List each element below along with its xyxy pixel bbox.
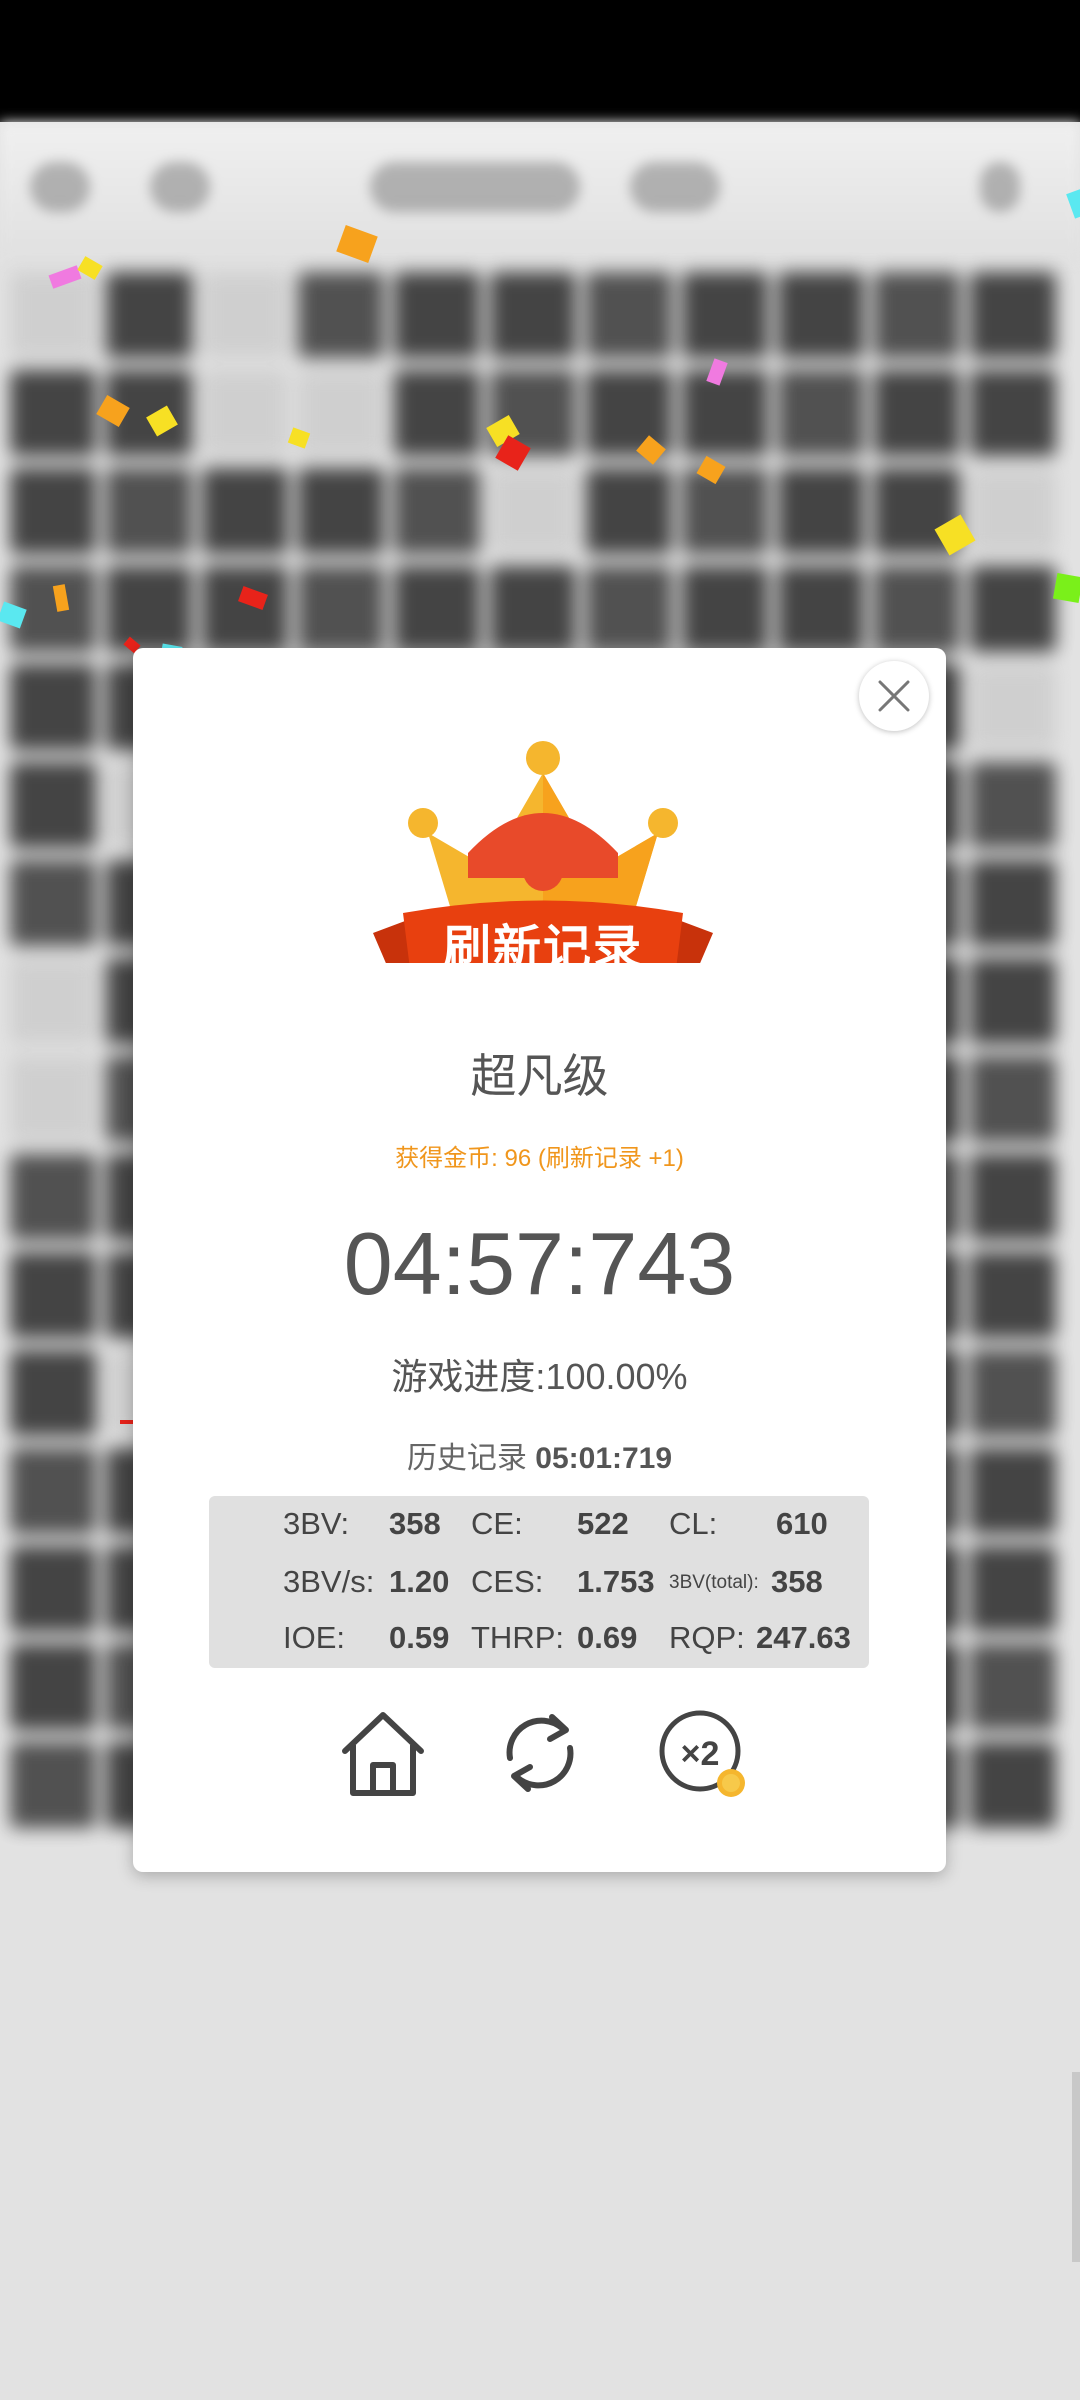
stat-value: 0.59: [389, 1620, 450, 1655]
game-progress: 游戏进度:100.00%: [133, 1348, 946, 1400]
close-icon: [878, 680, 910, 712]
difficulty-level: 超凡级: [470, 1050, 609, 1102]
stat-label: THRP:: [471, 1620, 564, 1655]
close-button[interactable]: [859, 661, 929, 731]
history-record: 历史记录 05:01:719: [133, 1433, 946, 1477]
stat-label: 3BV(total):: [669, 1572, 759, 1593]
stat-label: RQP:: [669, 1620, 745, 1655]
stat-label: IOE:: [283, 1620, 346, 1655]
blurred-toolbar: [0, 122, 1080, 262]
stat-label: CL:: [669, 1506, 718, 1541]
stats-panel: 3BV: 358 CE: 522 CL: 610 3BV/s: 1.20 CES…: [209, 1496, 869, 1668]
stat-label: CES:: [471, 1564, 544, 1599]
stat-label: 3BV/s:: [283, 1564, 375, 1599]
stats-row: 3BV: 358 CE: 522 CL: 610: [209, 1506, 869, 1562]
stat-value: 358: [389, 1506, 441, 1541]
stat-value: 247.63: [756, 1620, 851, 1655]
refresh-icon: [506, 1714, 574, 1792]
double-reward-button[interactable]: ×2: [655, 1703, 755, 1803]
stat-value: 1.753: [577, 1564, 655, 1599]
stat-value: 1.20: [389, 1564, 450, 1599]
home-icon: [342, 1712, 424, 1796]
progress-label: 游戏进度:: [391, 1356, 546, 1397]
home-button[interactable]: [333, 1703, 433, 1803]
history-label: 历史记录: [406, 1442, 527, 1475]
finish-time: 04:57:743: [343, 1214, 736, 1313]
x2-icon: ×2: [659, 1710, 745, 1797]
stat-value: 522: [577, 1506, 629, 1541]
restart-button[interactable]: [490, 1703, 590, 1803]
status-bar: [0, 0, 1080, 122]
confetti-piece: [120, 1420, 134, 1424]
coin-reward: 获得金币: 96 (刷新记录 +1): [395, 1145, 684, 1172]
stat-label: 3BV:: [283, 1506, 350, 1541]
stat-label: CE:: [471, 1506, 523, 1541]
confetti-piece: [1052, 572, 1080, 604]
progress-value: 100.00%: [545, 1356, 688, 1397]
record-banner: 刷新记录: [442, 922, 643, 975]
x2-label: ×2: [681, 1735, 720, 1773]
stats-row: 3BV/s: 1.20 CES: 1.753 3BV(total): 358: [209, 1564, 869, 1620]
stats-row: IOE: 0.59 THRP: 0.69 RQP: 247.63: [209, 1620, 869, 1676]
stat-value: 358: [771, 1564, 823, 1599]
stat-value: 0.69: [577, 1620, 638, 1655]
history-value: 05:01:719: [535, 1442, 673, 1475]
stat-value: 610: [776, 1506, 828, 1541]
action-bar: ×2: [133, 1703, 946, 1813]
record-dialog: 刷新记录 超凡级 获得金币: 96 (刷新记录 +1) 04:57:743 游戏…: [133, 648, 946, 1872]
